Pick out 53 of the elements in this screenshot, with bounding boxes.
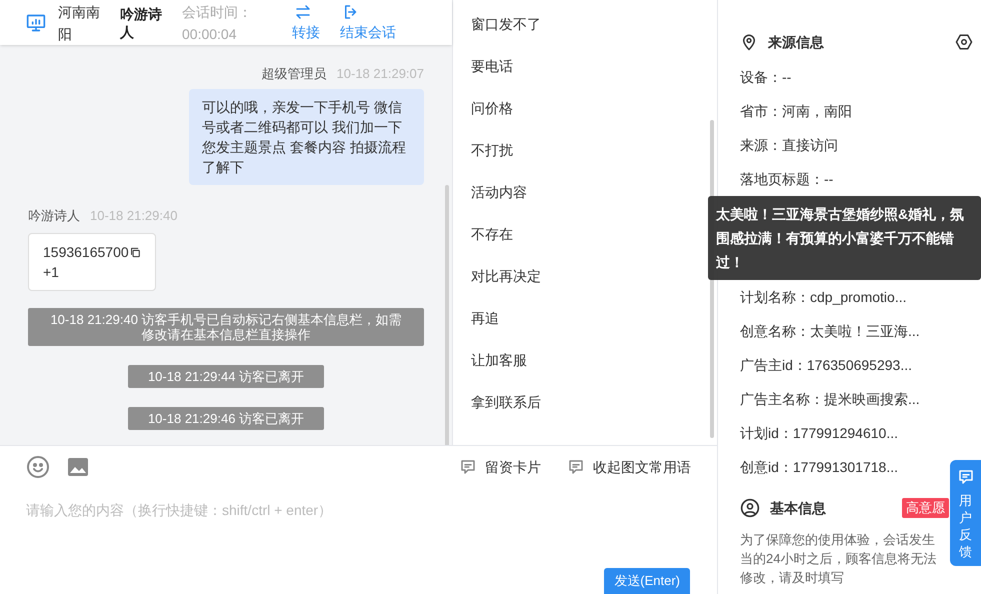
scrollbar[interactable] bbox=[445, 185, 449, 445]
image-icon[interactable] bbox=[66, 455, 90, 479]
visitor-name: 吟游诗人 bbox=[120, 4, 163, 40]
monitor-icon bbox=[26, 12, 46, 32]
quick-phrase[interactable]: 窗口发不了 bbox=[471, 10, 541, 52]
quick-phrase[interactable]: 不打扰 bbox=[471, 136, 513, 178]
quick-phrase[interactable]: 对比再决定 bbox=[471, 262, 541, 304]
tooltip: 太美啦！三亚海景古堡婚纱照&婚礼，氛围感拉满！有预算的小富婆千万不能错过！ bbox=[708, 196, 981, 280]
intent-badge: 高意愿 bbox=[902, 498, 949, 518]
info-row-text: 计划名称：cdp_promotio... bbox=[740, 288, 908, 307]
quick-phrase[interactable]: 问价格 bbox=[471, 94, 513, 136]
quick-phrase[interactable]: 活动内容 bbox=[471, 178, 527, 220]
visitor-location: 河南南阳 bbox=[58, 2, 101, 44]
settings-icon[interactable] bbox=[955, 33, 973, 51]
info-row-text: 计划id：177991294610... bbox=[740, 424, 899, 443]
toolbar-link[interactable]: 收起图文常用语 bbox=[567, 456, 691, 478]
user-circle-icon bbox=[740, 498, 760, 518]
copy-icon[interactable] bbox=[128, 246, 141, 258]
session-time-label: 会话时间： bbox=[182, 2, 253, 22]
info-row-text: 创意id：177991301718... bbox=[740, 458, 899, 477]
swap-arrows-icon bbox=[294, 2, 312, 20]
message-time: 10-18 21:29:07 bbox=[336, 65, 424, 83]
message-icon bbox=[956, 468, 974, 486]
message-bubble: 可以的哦，亲发一下手机号 微信号或者二维码都可以 我们加一下您发主题景点 套餐内容 拍摄流程了解下 bbox=[189, 89, 424, 185]
section-title: 基本信息 bbox=[770, 498, 826, 518]
toolbar-link[interactable]: 留资卡片 bbox=[459, 456, 541, 478]
sender-name: 吟游诗人 bbox=[28, 207, 80, 225]
notice-text: 为了保障您的使用体验，会话发生当的24小时之后，顾客信息将无法修改，请及时填写 bbox=[740, 531, 938, 587]
quick-phrase[interactable]: 不存在 bbox=[471, 220, 513, 262]
quick-phrase[interactable]: 要电话 bbox=[471, 52, 513, 94]
info-row-text: 创意名称：太美啦！三亚海... bbox=[740, 322, 921, 341]
session-time: 00:00:04 bbox=[182, 24, 238, 44]
smiley-icon[interactable] bbox=[26, 455, 50, 479]
section-title: 来源信息 bbox=[768, 32, 824, 52]
card-extra: +1 bbox=[43, 263, 60, 282]
info-row-text: 广告主名称：提米映画搜索... bbox=[740, 390, 921, 409]
info-row-text: 落地页标题：-- bbox=[740, 170, 834, 189]
quick-phrase[interactable]: 拿到联系后 bbox=[471, 388, 541, 430]
info-row-text: 广告主id：176350695293... bbox=[740, 356, 913, 375]
phone-number: 15936165700 bbox=[43, 243, 129, 262]
sender-name: 超级管理员 bbox=[262, 65, 327, 83]
message-icon bbox=[567, 458, 585, 476]
system-notice: 10-18 21:29:44 访客已离开 bbox=[128, 365, 324, 388]
message-time: 10-18 21:29:40 bbox=[90, 207, 178, 225]
location-pin-icon bbox=[740, 33, 758, 51]
quick-phrase[interactable]: 让加客服 bbox=[471, 346, 527, 388]
system-notice: 10-18 21:29:40 访客手机号已自动标记右侧基本信息栏，如需修改请在基本信息栏直接操作 bbox=[28, 308, 424, 346]
info-row-text: 省市：河南，南阳 bbox=[740, 102, 853, 121]
message-icon bbox=[459, 458, 477, 476]
info-row-text: 设备：-- bbox=[740, 68, 792, 87]
system-notice: 10-18 21:29:46 访客已离开 bbox=[128, 407, 324, 430]
info-row-text: 来源：直接访问 bbox=[740, 136, 839, 155]
quick-phrase[interactable]: 再追 bbox=[471, 304, 499, 346]
